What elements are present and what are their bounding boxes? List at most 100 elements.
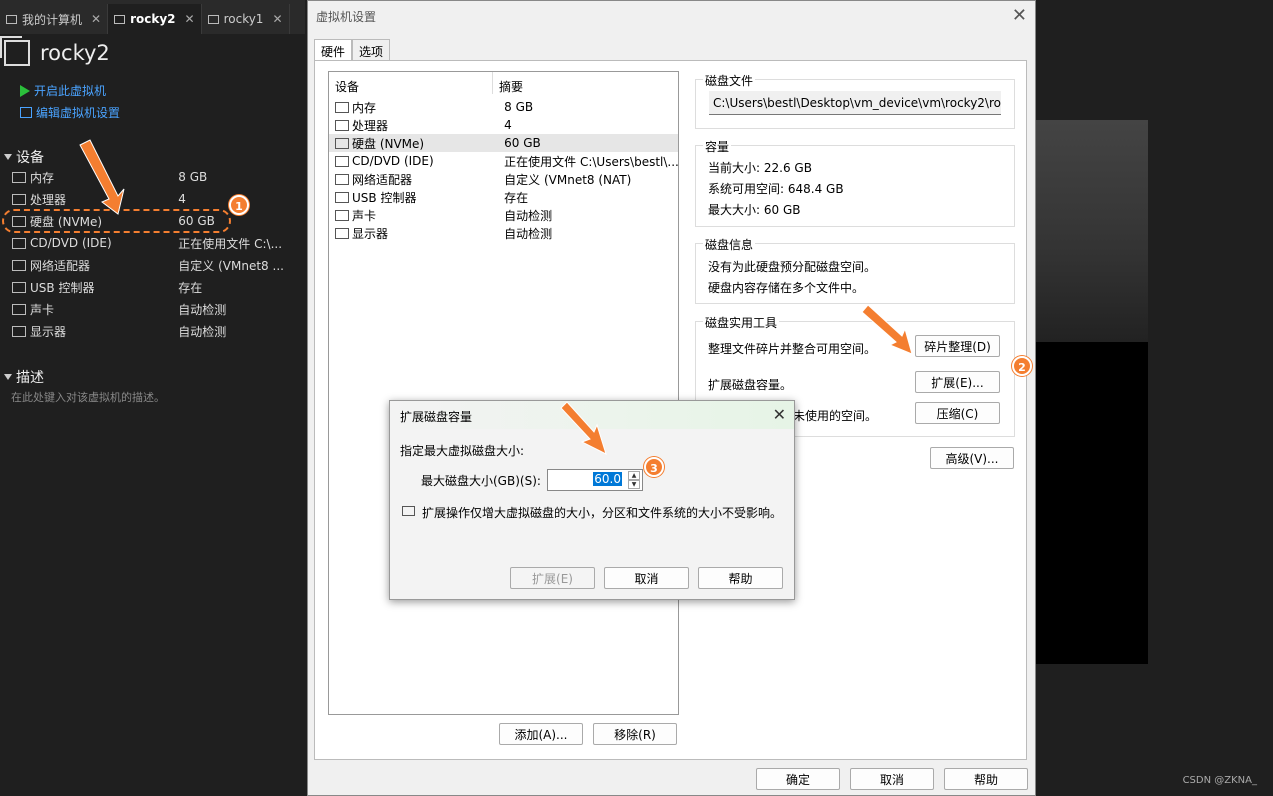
close-icon[interactable]: ✕ <box>272 12 282 26</box>
cancel-button[interactable]: 取消 <box>850 768 934 790</box>
expand-disk-dialog: 扩展磁盘容量 ✕ 指定最大虚拟磁盘大小: 最大磁盘大小(GB)(S): 60.0… <box>389 400 795 600</box>
device-summary: 自动检测 <box>504 226 553 241</box>
list-item[interactable]: 显示器 自动检测 <box>329 224 678 242</box>
spin-down-icon[interactable]: ▼ <box>628 480 640 489</box>
network-icon <box>335 173 349 185</box>
tab-options[interactable]: 选项 <box>352 39 391 61</box>
vm-preview-top <box>1035 120 1148 342</box>
tab-hardware[interactable]: 硬件 <box>314 39 353 61</box>
devices-section-header[interactable]: 设备 <box>4 147 44 167</box>
advanced-button[interactable]: 高级(V)... <box>930 447 1014 469</box>
close-icon[interactable]: ✕ <box>185 12 195 26</box>
device-value: 自动检测 <box>178 324 227 339</box>
monitor-icon <box>12 325 26 337</box>
description-placeholder[interactable]: 在此处键入对该虚拟机的描述。 <box>11 389 165 405</box>
device-name: 内存 <box>352 100 377 115</box>
expand-button[interactable]: 扩展(E)... <box>915 371 1000 393</box>
disk-utilities-label: 磁盘实用工具 <box>703 314 780 331</box>
annotation-badge-1: 1 <box>229 195 249 215</box>
vm-preview-bottom <box>1035 342 1148 664</box>
list-item[interactable]: 处理器 4 <box>329 116 678 134</box>
close-icon[interactable]: ✕ <box>773 405 786 424</box>
memory-icon <box>12 171 26 183</box>
list-item[interactable]: 网络适配器 自定义 (VMnet8 (NAT) <box>329 170 678 188</box>
vm-summary-panel: rocky2 开启此虚拟机 编辑虚拟机设置 设备 内存 8 GB 处理器 4 硬… <box>0 34 295 796</box>
device-name: CD/DVD (IDE) <box>352 154 434 168</box>
device-name: 声卡 <box>30 302 55 317</box>
device-summary: 4 <box>504 118 512 132</box>
device-row-cd[interactable]: CD/DVD (IDE) 正在使用文件 C:\... <box>12 232 292 254</box>
expand-confirm-button[interactable]: 扩展(E) <box>510 567 595 589</box>
device-name: 处理器 <box>30 192 67 207</box>
list-item[interactable]: USB 控制器 存在 <box>329 188 678 206</box>
col-summary[interactable]: 摘要 <box>493 72 523 94</box>
vm-icon <box>114 14 126 24</box>
power-on-link[interactable]: 开启此虚拟机 <box>20 82 106 99</box>
device-row-network[interactable]: 网络适配器 自定义 (VMnet8 ... <box>12 254 292 276</box>
sound-icon <box>12 303 26 315</box>
device-name: CD/DVD (IDE) <box>30 236 112 250</box>
tab-rocky2[interactable]: rocky2 ✕ <box>108 4 202 34</box>
expand-text: 扩展磁盘容量。 <box>708 378 793 392</box>
vm-title: rocky2 <box>0 36 110 66</box>
current-size: 当前大小: 22.6 GB <box>708 161 812 175</box>
device-summary: 存在 <box>504 190 529 205</box>
disk-info-line2: 硬盘内容存储在多个文件中。 <box>708 281 865 295</box>
device-row-cpu[interactable]: 处理器 4 <box>12 188 292 210</box>
close-icon[interactable]: ✕ <box>91 12 101 26</box>
cd-icon <box>335 155 349 167</box>
device-summary: 自定义 (VMnet8 (NAT) <box>504 172 632 187</box>
expand-cancel-button[interactable]: 取消 <box>604 567 689 589</box>
usb-icon <box>12 281 26 293</box>
max-size-stepper[interactable]: 60.0 ▲ ▼ <box>547 469 643 491</box>
device-row-memory[interactable]: 内存 8 GB <box>12 166 292 188</box>
description-section-header[interactable]: 描述 <box>4 367 44 387</box>
list-item[interactable]: 内存 8 GB <box>329 98 678 116</box>
help-button[interactable]: 帮助 <box>944 768 1028 790</box>
tab-my-computer[interactable]: 我的计算机 ✕ <box>0 4 109 34</box>
defragment-button[interactable]: 碎片整理(D) <box>915 335 1000 357</box>
vm-settings-dialog: 虚拟机设置 ✕ 硬件 选项 设备 摘要 内存 8 GB 处理器 4 硬盘 (NV… <box>307 0 1036 796</box>
list-item-selected[interactable]: 硬盘 (NVMe) 60 GB <box>329 134 678 152</box>
list-item[interactable]: CD/DVD (IDE) 正在使用文件 C:\Users\bestl\... <box>329 152 678 170</box>
sound-icon <box>335 209 349 221</box>
max-size-label: 最大磁盘大小(GB)(S): <box>421 474 541 488</box>
collapse-icon <box>4 154 12 160</box>
spin-up-icon[interactable]: ▲ <box>628 471 640 480</box>
edit-icon <box>20 107 32 118</box>
expand-prompt: 指定最大虚拟磁盘大小: <box>400 444 525 458</box>
watermark: CSDN @ZKNA_ <box>1182 775 1257 786</box>
add-device-button[interactable]: 添加(A)... <box>499 723 583 745</box>
device-name: USB 控制器 <box>30 280 95 295</box>
tab-label: rocky2 <box>130 12 176 26</box>
device-row-monitor[interactable]: 显示器 自动检测 <box>12 320 292 342</box>
device-summary: 60 GB <box>504 136 541 150</box>
device-value: 自定义 (VMnet8 ... <box>178 258 284 273</box>
compact-button[interactable]: 压缩(C) <box>915 402 1000 424</box>
device-name: 硬盘 (NVMe) <box>352 136 425 151</box>
tab-label: rocky1 <box>223 12 264 26</box>
annotation-badge-3: 3 <box>644 457 664 477</box>
collapse-icon <box>4 374 12 380</box>
tab-label: 我的计算机 <box>22 12 83 27</box>
edit-settings-link[interactable]: 编辑虚拟机设置 <box>20 104 120 121</box>
ok-button[interactable]: 确定 <box>756 768 840 790</box>
device-row-sound[interactable]: 声卡 自动检测 <box>12 298 292 320</box>
device-row-usb[interactable]: USB 控制器 存在 <box>12 276 292 298</box>
expand-dialog-titlebar: 扩展磁盘容量 ✕ <box>390 401 794 429</box>
device-name: 处理器 <box>352 118 389 133</box>
close-icon[interactable]: ✕ <box>1012 5 1027 26</box>
play-icon <box>20 84 30 97</box>
expand-info-text: 扩展操作仅增大虚拟磁盘的大小，分区和文件系统的大小不受影响。 <box>422 506 783 520</box>
tab-rocky1[interactable]: rocky1 ✕ <box>202 4 290 34</box>
remove-device-button[interactable]: 移除(R) <box>593 723 677 745</box>
section-title: 描述 <box>16 370 44 386</box>
dialog-title: 虚拟机设置 <box>316 10 377 24</box>
expand-help-button[interactable]: 帮助 <box>698 567 783 589</box>
col-device[interactable]: 设备 <box>329 72 493 94</box>
max-size-value[interactable]: 60.0 <box>593 472 622 486</box>
list-item[interactable]: 声卡 自动检测 <box>329 206 678 224</box>
disk-file-label: 磁盘文件 <box>703 72 756 89</box>
monitor-icon <box>335 227 349 239</box>
dialog-tabs: 硬件 选项 <box>314 39 391 61</box>
